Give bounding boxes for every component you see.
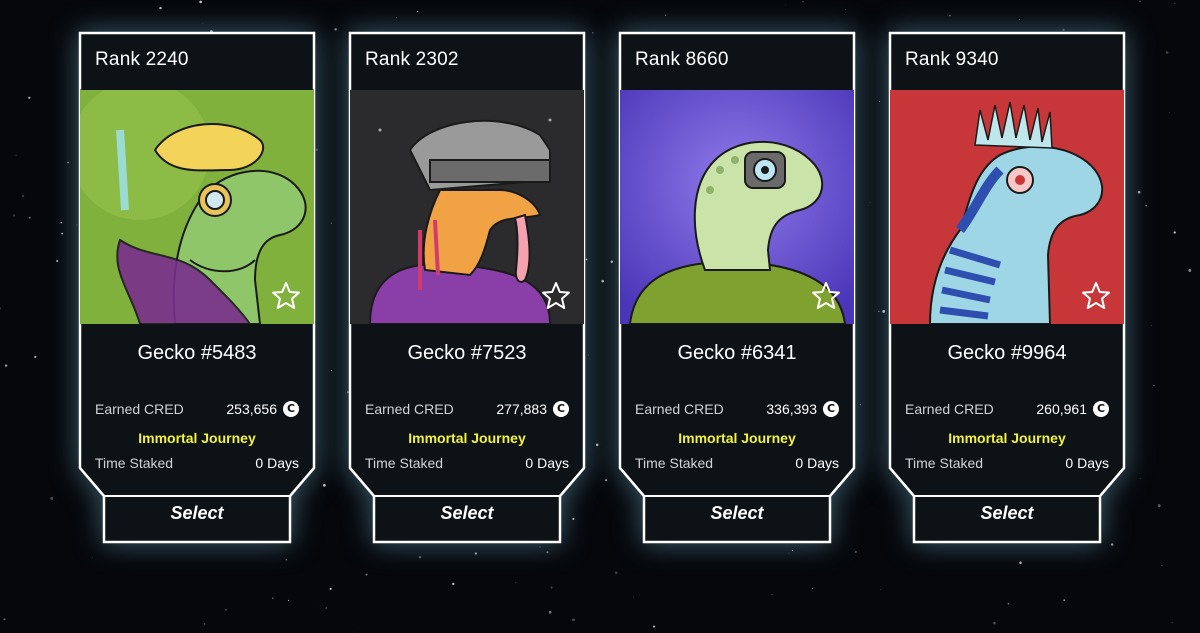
favorite-star-icon[interactable] [810,280,842,312]
time-staked-label: Time Staked [635,455,714,471]
gecko-name: Gecko #7523 [407,342,527,364]
journey-label: Immortal Journey [408,430,526,446]
rank-label: Rank 9340 [905,49,999,70]
earned-cred-label: Earned CRED [905,401,994,417]
earned-cred-label: Earned CRED [95,401,184,417]
gecko-name: Gecko #9964 [947,342,1067,364]
time-staked-value: 0 Days [1065,455,1109,471]
time-staked-label: Time Staked [905,455,984,471]
gecko-artwork [350,90,584,324]
gecko-card: Rank 2302 Gecko #7523 Earned CRED 277,88… [348,31,586,544]
cred-coin-icon: C [283,401,299,417]
favorite-star-icon[interactable] [1080,280,1112,312]
journey-label: Immortal Journey [678,430,796,446]
earned-cred-value: 253,656 [226,401,277,417]
earned-cred-value: 260,961 [1036,401,1087,417]
time-staked-row: Time Staked 0 Days [635,455,839,471]
gecko-name: Gecko #6341 [677,342,797,364]
earned-cred-value: 336,393 [766,401,817,417]
cred-coin-icon: C [553,401,569,417]
select-button[interactable]: Select [78,503,316,524]
time-staked-value: 0 Days [795,455,839,471]
earned-cred-label: Earned CRED [365,401,454,417]
gecko-artwork [620,90,854,324]
select-button[interactable]: Select [348,503,586,524]
favorite-star-icon[interactable] [270,280,302,312]
earned-cred-row: Earned CRED 336,393 C [635,401,839,417]
earned-cred-row: Earned CRED 253,656 C [95,401,299,417]
journey-label: Immortal Journey [138,430,256,446]
favorite-star-icon[interactable] [540,280,572,312]
time-staked-value: 0 Days [255,455,299,471]
cred-coin-icon: C [823,401,839,417]
gecko-card-list: Rank 2240 Gecko #5483 Earned CRED 253,65… [0,0,1200,633]
time-staked-row: Time Staked 0 Days [365,455,569,471]
gecko-artwork [80,90,314,324]
select-button[interactable]: Select [888,503,1126,524]
time-staked-label: Time Staked [95,455,174,471]
gecko-artwork [890,90,1124,324]
rank-label: Rank 2302 [365,49,459,70]
earned-cred-row: Earned CRED 277,883 C [365,401,569,417]
journey-label: Immortal Journey [948,430,1066,446]
time-staked-row: Time Staked 0 Days [95,455,299,471]
select-button[interactable]: Select [618,503,856,524]
time-staked-row: Time Staked 0 Days [905,455,1109,471]
gecko-card: Rank 2240 Gecko #5483 Earned CRED 253,65… [78,31,316,544]
earned-cred-label: Earned CRED [635,401,724,417]
earned-cred-value: 277,883 [496,401,547,417]
cred-coin-icon: C [1093,401,1109,417]
time-staked-value: 0 Days [525,455,569,471]
earned-cred-row: Earned CRED 260,961 C [905,401,1109,417]
gecko-card: Rank 8660 Gecko #6341 Earned CRED 336,39… [618,31,856,544]
rank-label: Rank 8660 [635,49,729,70]
gecko-card: Rank 9340 Gecko #9964 Earned CRED 260,96… [888,31,1126,544]
rank-label: Rank 2240 [95,49,189,70]
gecko-name: Gecko #5483 [137,342,257,364]
time-staked-label: Time Staked [365,455,444,471]
